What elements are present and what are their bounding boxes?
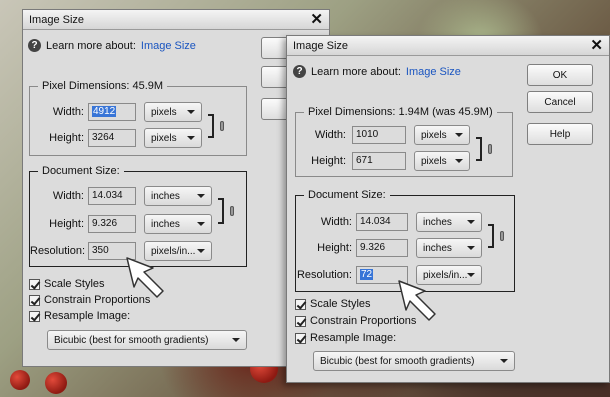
checkbox-checked-icon[interactable] <box>295 298 306 310</box>
doc-height-unit-select[interactable]: inches <box>416 238 482 258</box>
arrow-cursor-icon <box>126 257 164 298</box>
height-input[interactable]: 3264 <box>88 129 136 147</box>
width-label: Width: <box>52 106 84 118</box>
help-row: ? Learn more about: Image Size <box>28 39 196 52</box>
checkbox-checked-icon[interactable] <box>29 294 40 306</box>
image-size-dialog-right: Image Size ✕ ? Learn more about: Image S… <box>286 35 610 383</box>
height-input[interactable]: 671 <box>352 152 406 170</box>
close-icon[interactable]: ✕ <box>590 38 603 54</box>
question-circle-icon: ? <box>293 65 306 78</box>
height-unit-select[interactable]: pixels <box>414 151 470 171</box>
close-icon[interactable]: ✕ <box>310 12 323 28</box>
resample-method-select[interactable]: Bicubic (best for smooth gradients) <box>47 330 247 350</box>
constrain-bracket <box>476 137 482 161</box>
doc-width-input[interactable]: 14.034 <box>356 213 408 231</box>
width-label: Width: <box>314 129 346 141</box>
resample-image-checkbox[interactable]: Resample Image: <box>295 332 396 344</box>
help-row: ? Learn more about: Image Size <box>293 65 461 78</box>
doc-height-input[interactable]: 9.326 <box>356 239 408 257</box>
doc-height-label: Height: <box>49 218 84 230</box>
checkbox-checked-icon[interactable] <box>295 315 306 327</box>
doc-height-input[interactable]: 9.326 <box>88 215 136 233</box>
scale-styles-checkbox[interactable]: Scale Styles <box>29 278 105 290</box>
checkbox-checked-icon[interactable] <box>29 278 40 290</box>
constrain-bracket <box>208 114 214 138</box>
chain-link-icon <box>500 231 504 241</box>
dialog-title: Image Size <box>293 39 349 52</box>
document-size-group: Document Size: Width: 14.034 inches Heig… <box>29 165 247 267</box>
document-size-legend: Document Size: <box>38 165 124 177</box>
doc-width-label: Width: <box>320 216 352 228</box>
height-label: Height: <box>311 155 346 167</box>
pixel-dimensions-legend: Pixel Dimensions: 45.9M <box>38 80 168 92</box>
image-size-dialog-left: Image Size ✕ ? Learn more about: Image S… <box>22 9 331 367</box>
ok-button[interactable]: OK <box>527 64 593 86</box>
checkbox-checked-icon[interactable] <box>295 332 306 344</box>
chain-link-icon <box>488 144 492 154</box>
width-unit-select[interactable]: pixels <box>414 125 470 145</box>
checkbox-checked-icon[interactable] <box>29 310 40 322</box>
height-label: Height: <box>49 132 84 144</box>
width-input[interactable]: 1010 <box>352 126 406 144</box>
help-button[interactable]: Help <box>527 123 593 145</box>
doc-width-unit-select[interactable]: inches <box>416 212 482 232</box>
dialog-titlebar: Image Size ✕ <box>287 36 609 56</box>
arrow-cursor-icon <box>398 280 436 321</box>
width-unit-select[interactable]: pixels <box>144 102 202 122</box>
resolution-label: Resolution: <box>30 245 86 257</box>
scale-styles-checkbox[interactable]: Scale Styles <box>295 298 371 310</box>
doc-width-unit-select[interactable]: inches <box>144 186 212 206</box>
help-link[interactable]: Image Size <box>406 66 461 78</box>
doc-width-input[interactable]: 14.034 <box>88 187 136 205</box>
height-unit-select[interactable]: pixels <box>144 128 202 148</box>
dialog-titlebar: Image Size ✕ <box>23 10 329 30</box>
dialog-title: Image Size <box>29 13 85 26</box>
resample-method-select[interactable]: Bicubic (best for smooth gradients) <box>313 351 515 371</box>
help-prefix: Learn more about: <box>46 39 136 52</box>
doc-constrain-bracket <box>218 198 224 224</box>
chain-link-icon <box>220 121 224 131</box>
cancel-button[interactable]: Cancel <box>527 91 593 113</box>
pixel-dimensions-group: Pixel Dimensions: 1.94M (was 45.9M) Widt… <box>295 106 513 177</box>
help-prefix: Learn more about: <box>311 65 401 78</box>
question-circle-icon: ? <box>28 39 41 52</box>
doc-width-label: Width: <box>52 190 84 202</box>
help-link[interactable]: Image Size <box>141 40 196 52</box>
chain-link-icon <box>230 206 234 216</box>
doc-height-label: Height: <box>317 242 352 254</box>
resolution-label: Resolution: <box>296 269 352 281</box>
pixel-dimensions-group: Pixel Dimensions: 45.9M Width: 4912 pixe… <box>29 80 247 156</box>
pixel-dimensions-legend: Pixel Dimensions: 1.94M (was 45.9M) <box>304 106 497 118</box>
document-size-legend: Document Size: <box>304 189 390 201</box>
width-input[interactable]: 4912 <box>88 103 136 121</box>
doc-constrain-bracket <box>488 224 494 248</box>
resample-image-checkbox[interactable]: Resample Image: <box>29 310 130 322</box>
doc-height-unit-select[interactable]: inches <box>144 214 212 234</box>
